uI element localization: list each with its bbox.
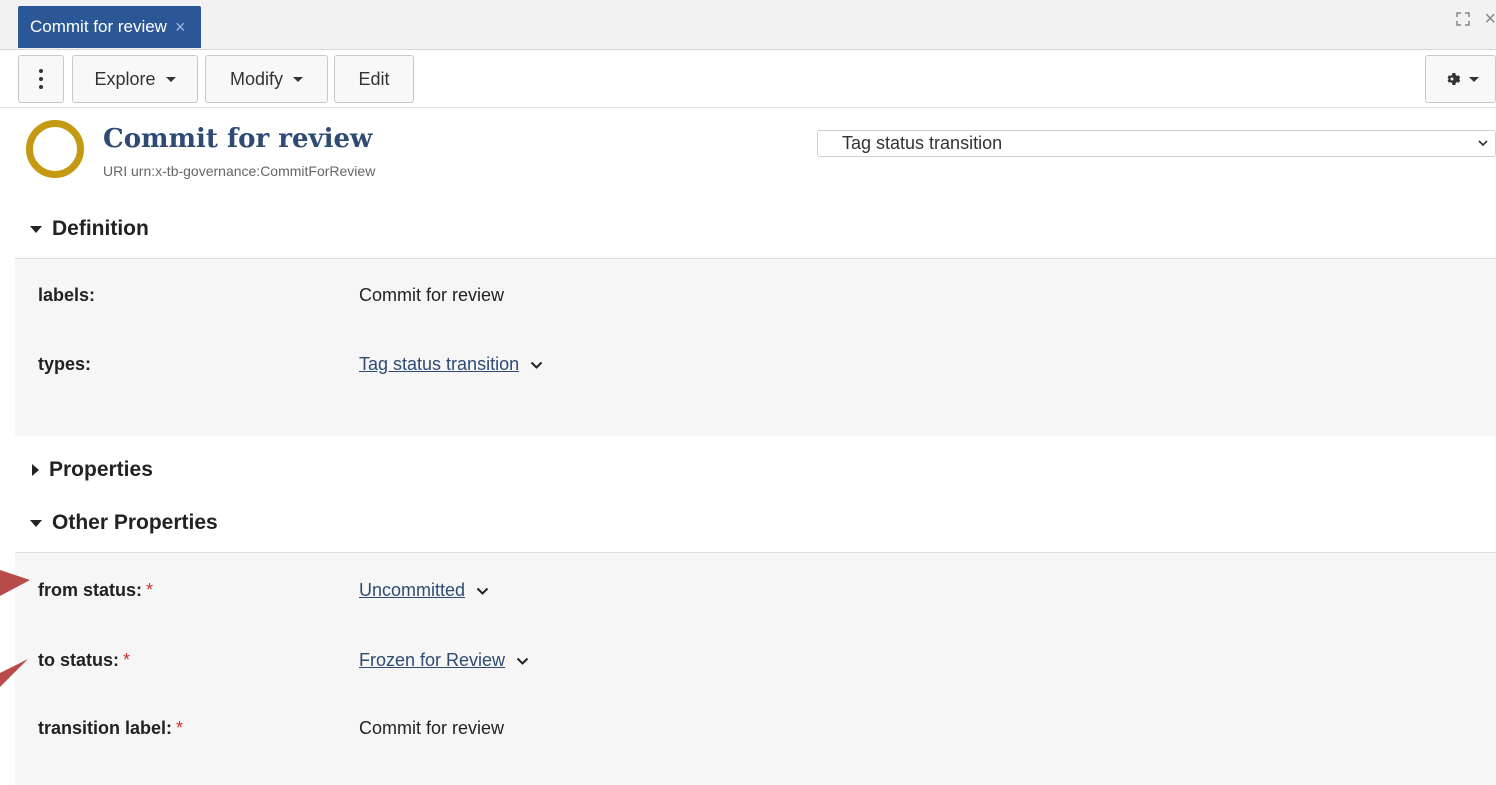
section-other-properties-header[interactable]: Other Properties [30, 511, 218, 535]
edit-label: Edit [358, 68, 390, 89]
close-window-icon[interactable]: × [1484, 8, 1496, 31]
resource-status-ring [26, 120, 84, 178]
explore-label: Explore [94, 68, 156, 89]
uri-value: urn:x-tb-governance:CommitForReview [131, 163, 376, 179]
labels-value: Commit for review [359, 285, 505, 305]
types-key: types: [38, 354, 92, 374]
from-status-link[interactable]: Uncommitted [359, 580, 465, 600]
section-definition-title: Definition [52, 217, 149, 240]
expanded-caret-icon [30, 519, 42, 527]
tab-close-icon[interactable]: × [175, 17, 186, 38]
to-status-link[interactable]: Frozen for Review [359, 650, 505, 670]
chevron-down-icon[interactable] [476, 586, 489, 596]
chevron-down-icon[interactable] [530, 360, 543, 370]
row-from-status: from status: * Uncommitted [38, 580, 1438, 601]
expanded-caret-icon [30, 225, 42, 233]
row-labels: labels: Commit for review [38, 285, 1438, 306]
types-link[interactable]: Tag status transition [359, 354, 519, 374]
settings-button[interactable] [1425, 55, 1496, 103]
gear-icon [1447, 73, 1460, 85]
section-properties-header[interactable]: Properties [30, 458, 153, 482]
expand-icon[interactable] [1456, 12, 1471, 31]
toolbar: Explore Modify Edit [0, 51, 1496, 108]
section-other-properties-title: Other Properties [52, 511, 218, 534]
required-mark: * [146, 580, 154, 600]
tab-bar: Commit for review × × [0, 0, 1496, 50]
required-mark: * [123, 650, 131, 670]
explore-button[interactable]: Explore [72, 55, 198, 103]
row-to-status: to status: * Frozen for Review [38, 650, 1438, 671]
types-value-wrapper: Tag status transition [359, 354, 543, 375]
more-actions-button[interactable] [18, 55, 64, 103]
row-transition-label: transition label: * Commit for review [38, 718, 1438, 739]
collapsed-caret-icon [32, 464, 39, 476]
type-select-value: Tag status transition [842, 133, 1003, 153]
modify-button[interactable]: Modify [205, 55, 328, 103]
kebab-icon [39, 69, 43, 89]
chevron-down-icon [1478, 140, 1488, 147]
to-status-key: to status: [38, 650, 119, 670]
type-select[interactable]: Tag status transition [817, 130, 1496, 157]
page-title: Commit for review [103, 124, 373, 154]
uri-label: URI [103, 163, 128, 179]
caret-down-icon [165, 76, 176, 82]
modify-label: Modify [229, 68, 283, 89]
tab-label: Commit for review [30, 17, 167, 36]
transition-label-key: transition label: [38, 718, 173, 738]
labels-key: labels: [38, 285, 96, 305]
from-status-value-wrapper: Uncommitted [359, 580, 489, 601]
annotation-arrow-icon [0, 570, 30, 596]
window-controls: × [1456, 8, 1496, 31]
row-types: types: Tag status transition [38, 354, 1438, 375]
section-properties-title: Properties [49, 458, 153, 481]
required-mark: * [176, 718, 184, 738]
transition-label-value: Commit for review [359, 718, 505, 738]
caret-down-icon [293, 76, 303, 82]
edit-button[interactable]: Edit [334, 55, 414, 103]
tab-commit-for-review[interactable]: Commit for review × [18, 6, 202, 48]
section-definition-header[interactable]: Definition [30, 217, 149, 241]
caret-down-icon [1468, 76, 1479, 82]
uri-line: URI urn:x-tb-governance:CommitForReview [103, 163, 375, 179]
annotation-arrow-icon [0, 659, 28, 687]
from-status-key: from status: [38, 580, 143, 600]
chevron-down-icon[interactable] [516, 656, 529, 666]
to-status-value-wrapper: Frozen for Review [359, 650, 529, 671]
